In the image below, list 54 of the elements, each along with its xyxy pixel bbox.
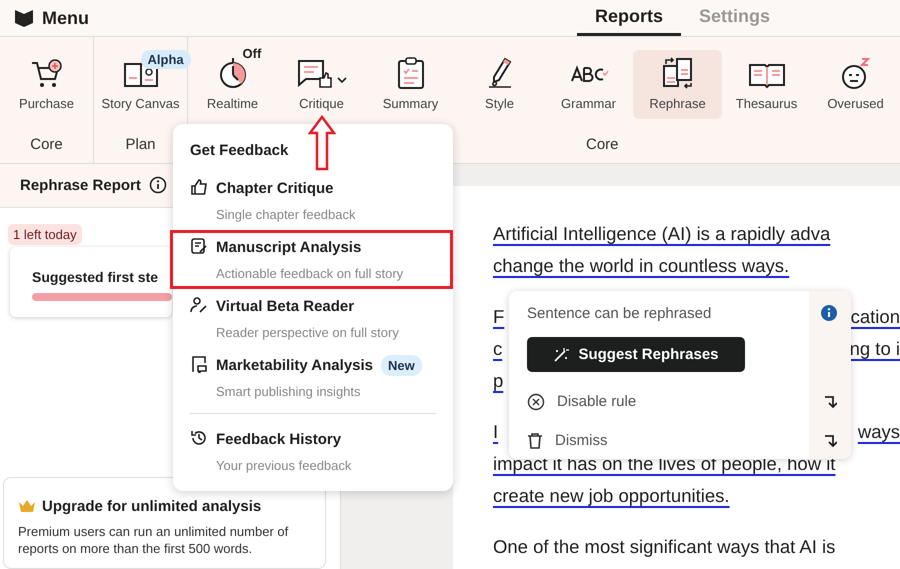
info-icon[interactable] xyxy=(821,305,837,321)
flagged-text: I xyxy=(493,421,498,443)
group-label: Plan xyxy=(125,136,156,153)
info-icon[interactable] xyxy=(148,176,167,194)
toolbar-button[interactable]: Thesaurus xyxy=(722,50,811,119)
flagged-text: change the world in countless ways. xyxy=(493,255,790,277)
menu-item[interactable]: Chapter Critique Single chapter feedback xyxy=(173,171,453,230)
alpha-badge: Alpha xyxy=(140,50,191,69)
toolbar-button[interactable]: Purchase xyxy=(0,50,93,119)
menu-button[interactable]: Menu xyxy=(14,8,89,28)
menu-item[interactable]: Marketability Analysis New Smart publishing insights xyxy=(173,348,453,407)
popup-message: Sentence can be rephrased xyxy=(527,304,712,322)
magic-wand-icon xyxy=(553,346,570,362)
crown-icon xyxy=(18,499,36,514)
suggestion-card[interactable]: Suggested first ste xyxy=(10,246,172,317)
flagged-text: p xyxy=(493,370,504,392)
flagged-text: create new job opportunities. xyxy=(493,485,730,507)
return-arrow-icon xyxy=(823,394,837,410)
new-badge: New xyxy=(381,354,422,376)
person-pen-icon xyxy=(190,296,208,314)
flagged-text: ways xyxy=(858,421,900,443)
document-chat-icon xyxy=(190,355,208,373)
quota-badge: 1 left today xyxy=(8,224,82,245)
upgrade-text: Premium users can run an unlimited number of reports on more than the first 500 words. xyxy=(18,522,290,558)
dismiss-button[interactable]: Dismiss xyxy=(527,432,608,450)
menu-item[interactable]: Virtual Beta Reader Reader perspective on full story xyxy=(173,289,453,348)
disable-rule-button[interactable]: Disable rule xyxy=(527,392,636,410)
group-label: Core xyxy=(586,136,619,153)
menu-item[interactable]: Feedback History Your previous feedback xyxy=(173,422,453,481)
flagged-text: c xyxy=(493,338,502,360)
notepad-pen-icon xyxy=(190,237,208,255)
suggest-rephrases-button[interactable]: Suggest Rephrases xyxy=(527,337,745,372)
trash-icon xyxy=(527,432,543,450)
toolbar-button[interactable]: Grammar xyxy=(544,50,633,119)
return-arrow-icon xyxy=(823,432,837,448)
toolbar-button[interactable]: Summary xyxy=(366,50,455,119)
menu-heading: Get Feedback xyxy=(190,142,288,159)
flagged-text: Artificial Intelligence (AI) is a rapidly adva xyxy=(493,223,830,245)
report-title: Rephrase Report xyxy=(20,176,141,194)
upgrade-title: Upgrade for unlimited analysis xyxy=(42,498,262,515)
history-icon xyxy=(190,429,208,447)
flagged-text: ng to i xyxy=(850,338,900,360)
cart-icon xyxy=(30,58,64,90)
toolbar-button[interactable]: Overused xyxy=(811,50,900,119)
thumbs-up-icon xyxy=(190,178,208,196)
flagged-text: F xyxy=(493,306,504,328)
toolbar-button[interactable]: Style xyxy=(455,50,544,119)
group-label: Core xyxy=(30,136,63,153)
flagged-text: cation xyxy=(850,306,900,328)
close-circle-icon xyxy=(527,392,545,410)
document-text: One of the most significant ways that AI is xyxy=(493,536,836,558)
logo-icon xyxy=(14,9,34,27)
toolbar-button[interactable]: Critique xyxy=(277,50,366,119)
highlighted-menu-item[interactable]: Manuscript Analysis Actionable feedback on full story xyxy=(170,230,453,289)
